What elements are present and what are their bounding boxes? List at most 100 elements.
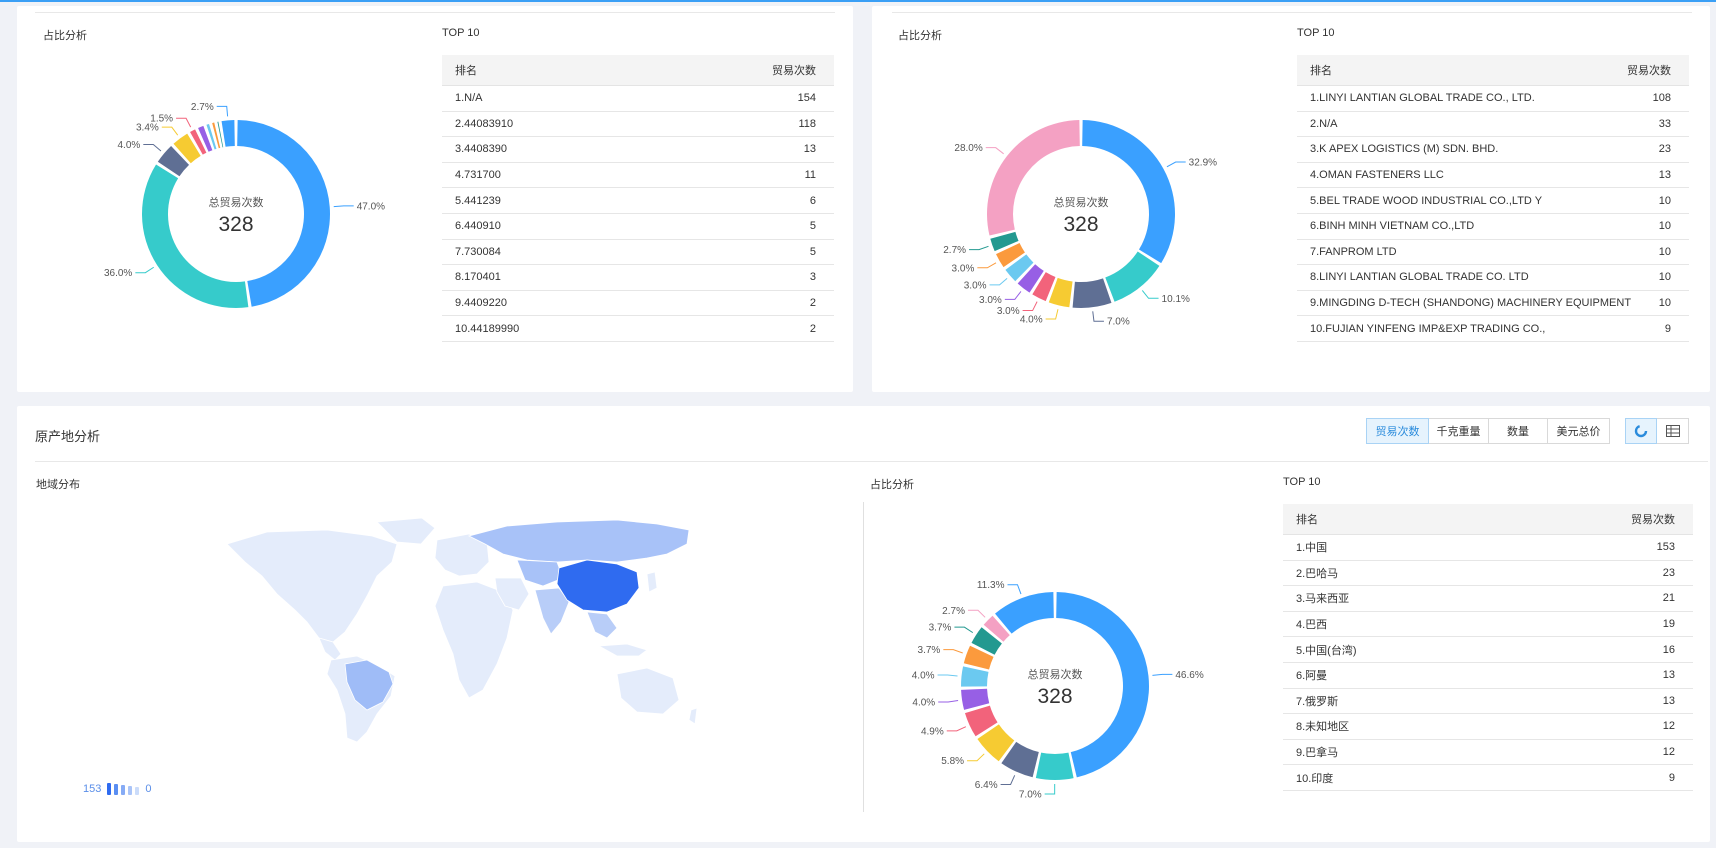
row-name: 1.LINYI LANTIAN GLOBAL TRADE CO., LTD. bbox=[1310, 92, 1535, 105]
slice-label: 10.1% bbox=[1162, 294, 1190, 305]
row-name: 7.FANPROM LTD bbox=[1310, 245, 1397, 258]
row-value: 13 bbox=[803, 143, 816, 156]
btn-quantity[interactable]: 数量 bbox=[1489, 418, 1548, 444]
label-line bbox=[1141, 290, 1159, 299]
table-row[interactable]: 4.731700 11 bbox=[442, 163, 834, 189]
row-value: 16 bbox=[1662, 643, 1675, 656]
pie-slice[interactable] bbox=[221, 120, 235, 147]
table-title: TOP 10 bbox=[442, 27, 480, 39]
table-row[interactable]: 4.巴西 19 bbox=[1283, 612, 1693, 638]
row-value: 12 bbox=[1662, 746, 1675, 759]
header-count: 贸易次数 bbox=[772, 65, 816, 77]
slice-label: 3.0% bbox=[964, 280, 987, 291]
row-value: 5 bbox=[809, 245, 816, 258]
table-row[interactable]: 4.OMAN FASTENERS LLC 13 bbox=[1297, 163, 1689, 189]
row-name: 3.K APEX LOGISTICS (M) SDN. BHD. bbox=[1310, 143, 1499, 156]
row-name: 10.印度 bbox=[1296, 772, 1334, 785]
row-name: 3.马来西亚 bbox=[1296, 593, 1350, 606]
row-name: 9.巴拿马 bbox=[1296, 747, 1339, 760]
table-row[interactable]: 2.N/A 33 bbox=[1297, 112, 1689, 138]
table-row[interactable]: 1.LINYI LANTIAN GLOBAL TRADE CO., LTD. 10… bbox=[1297, 86, 1689, 112]
pie-slice[interactable] bbox=[961, 688, 990, 710]
btn-trade-count[interactable]: 贸易次数 bbox=[1366, 418, 1429, 444]
pie-title: 占比分析 bbox=[898, 30, 942, 42]
pie-slice[interactable] bbox=[1035, 752, 1074, 780]
table-row[interactable]: 9.巴拿马 12 bbox=[1283, 740, 1693, 766]
region-china bbox=[556, 559, 640, 613]
row-name: 6.BINH MINH VIETNAM CO.,LTD bbox=[1310, 220, 1475, 233]
table-row[interactable]: 6.440910 5 bbox=[442, 214, 834, 240]
pie-slice[interactable] bbox=[1082, 120, 1175, 264]
table-row[interactable]: 6.BINH MINH VIETNAM CO.,LTD 10 bbox=[1297, 214, 1689, 240]
row-value: 108 bbox=[1652, 92, 1671, 105]
header-rank: 排名 bbox=[1296, 514, 1318, 526]
header-count: 贸易次数 bbox=[1631, 514, 1675, 526]
region-central-america bbox=[318, 637, 342, 661]
table-row[interactable]: 2.44083910 118 bbox=[442, 112, 834, 138]
table-row[interactable]: 3.K APEX LOGISTICS (M) SDN. BHD. 23 bbox=[1297, 137, 1689, 163]
table-row[interactable]: 5.441239 6 bbox=[442, 188, 834, 214]
table-row[interactable]: 7.730084 5 bbox=[442, 240, 834, 266]
table-row[interactable]: 8.170401 3 bbox=[442, 265, 834, 291]
center-label: 总贸易次数 bbox=[1054, 195, 1109, 209]
table-row[interactable]: 1.中国 153 bbox=[1283, 535, 1693, 561]
table-row[interactable]: 6.阿曼 13 bbox=[1283, 663, 1693, 689]
pie-chart: 47.0%36.0%4.0%3.4%1.5%2.7%总贸易次数328 bbox=[104, 102, 385, 308]
row-value: 9 bbox=[1664, 322, 1671, 335]
metric-button-group: 贸易次数 千克重量 数量 美元总价 bbox=[1366, 418, 1610, 444]
legend-scale bbox=[107, 783, 140, 795]
table-row[interactable]: 8.LINYI LANTIAN GLOBAL TRADE CO. LTD 10 bbox=[1297, 265, 1689, 291]
world-map bbox=[226, 517, 698, 743]
pie-chart-icon[interactable] bbox=[1625, 418, 1657, 444]
table-row[interactable]: 7.俄罗斯 13 bbox=[1283, 689, 1693, 715]
pie-slice[interactable] bbox=[961, 666, 989, 687]
table-row[interactable]: 1.N/A 154 bbox=[442, 86, 834, 112]
card-top-right: 占比分析 32.9% 10.1% 7.0% 4.0% 3.0% 3.0% 3.0% 3.0% 2… bbox=[872, 6, 1710, 392]
btn-usd-total[interactable]: 美元总价 bbox=[1548, 418, 1610, 444]
table-row[interactable]: 3.马来西亚 21 bbox=[1283, 586, 1693, 612]
pie-chart: 46.6% 7.0% 6.4% 5.8% 4.9% 4.0% 4.0% 3.7% 3.7% 2.7… bbox=[912, 580, 1204, 800]
table-row[interactable]: 9.MINGDING D-TECH (SHANDONG) MACHINERY E… bbox=[1297, 291, 1689, 317]
row-value: 118 bbox=[798, 117, 816, 130]
slice-label: 2.7% bbox=[943, 245, 966, 256]
pie-slice[interactable] bbox=[141, 164, 249, 308]
table-row[interactable]: 5.中国(台湾) 16 bbox=[1283, 637, 1693, 663]
table-title: TOP 10 bbox=[1283, 476, 1321, 488]
row-name: 4.巴西 bbox=[1296, 619, 1328, 632]
card-origin-analysis: 原产地分析 贸易次数 千克重量 数量 美元总价 地域分布 153 0 占比分析 … bbox=[17, 406, 1710, 842]
slice-label: 47.0% bbox=[357, 201, 385, 212]
slice-label: 4.9% bbox=[921, 726, 944, 737]
row-value: 10 bbox=[1658, 220, 1671, 233]
label-line bbox=[216, 105, 229, 117]
pie-chart: 32.9%10.1%7.0%4.0%3.0%3.0%3.0%3.0%2.7%28… bbox=[943, 120, 1217, 328]
pie-slice[interactable] bbox=[1072, 278, 1112, 308]
center-value: 328 bbox=[218, 213, 253, 236]
row-value: 154 bbox=[797, 92, 816, 105]
table-row[interactable]: 2.巴哈马 23 bbox=[1283, 561, 1693, 587]
table-row[interactable]: 10.44189990 2 bbox=[442, 316, 834, 342]
pie-slice[interactable] bbox=[995, 592, 1054, 634]
label-line bbox=[977, 262, 997, 269]
row-name: 2.巴哈马 bbox=[1296, 567, 1339, 580]
slice-label: 3.0% bbox=[979, 295, 1002, 306]
label-line bbox=[969, 245, 989, 251]
table-row[interactable]: 8.未知地区 12 bbox=[1283, 714, 1693, 740]
slice-label: 4.0% bbox=[1020, 314, 1043, 325]
table-icon[interactable] bbox=[1657, 418, 1689, 444]
table-row[interactable]: 5.BEL TRADE WOOD INDUSTRIAL CO.,LTD Y 10 bbox=[1297, 188, 1689, 214]
pie-slice[interactable] bbox=[1105, 251, 1160, 302]
table-row[interactable]: 10.FUJIAN YINFENG IMP&EXP TRADING CO., 9 bbox=[1297, 316, 1689, 342]
table-row[interactable]: 9.4409220 2 bbox=[442, 291, 834, 317]
slice-label: 4.0% bbox=[912, 698, 935, 709]
top10-table: 排名 贸易次数 1.中国 153 2.巴哈马 23 3.马来西亚 21 4.巴西 19 5.中国… bbox=[1283, 504, 1693, 791]
table-row[interactable]: 10.印度 9 bbox=[1283, 765, 1693, 791]
table-row[interactable]: 7.FANPROM LTD 10 bbox=[1297, 240, 1689, 266]
table-row[interactable]: 3.4408390 13 bbox=[442, 137, 834, 163]
legend-min: 0 bbox=[145, 783, 152, 795]
region-japan bbox=[646, 571, 658, 593]
label-line bbox=[967, 753, 985, 762]
row-name: 8.未知地区 bbox=[1296, 721, 1350, 734]
slice-label: 6.4% bbox=[975, 780, 998, 791]
btn-weight-kg[interactable]: 千克重量 bbox=[1429, 418, 1489, 444]
label-line bbox=[1022, 301, 1038, 312]
